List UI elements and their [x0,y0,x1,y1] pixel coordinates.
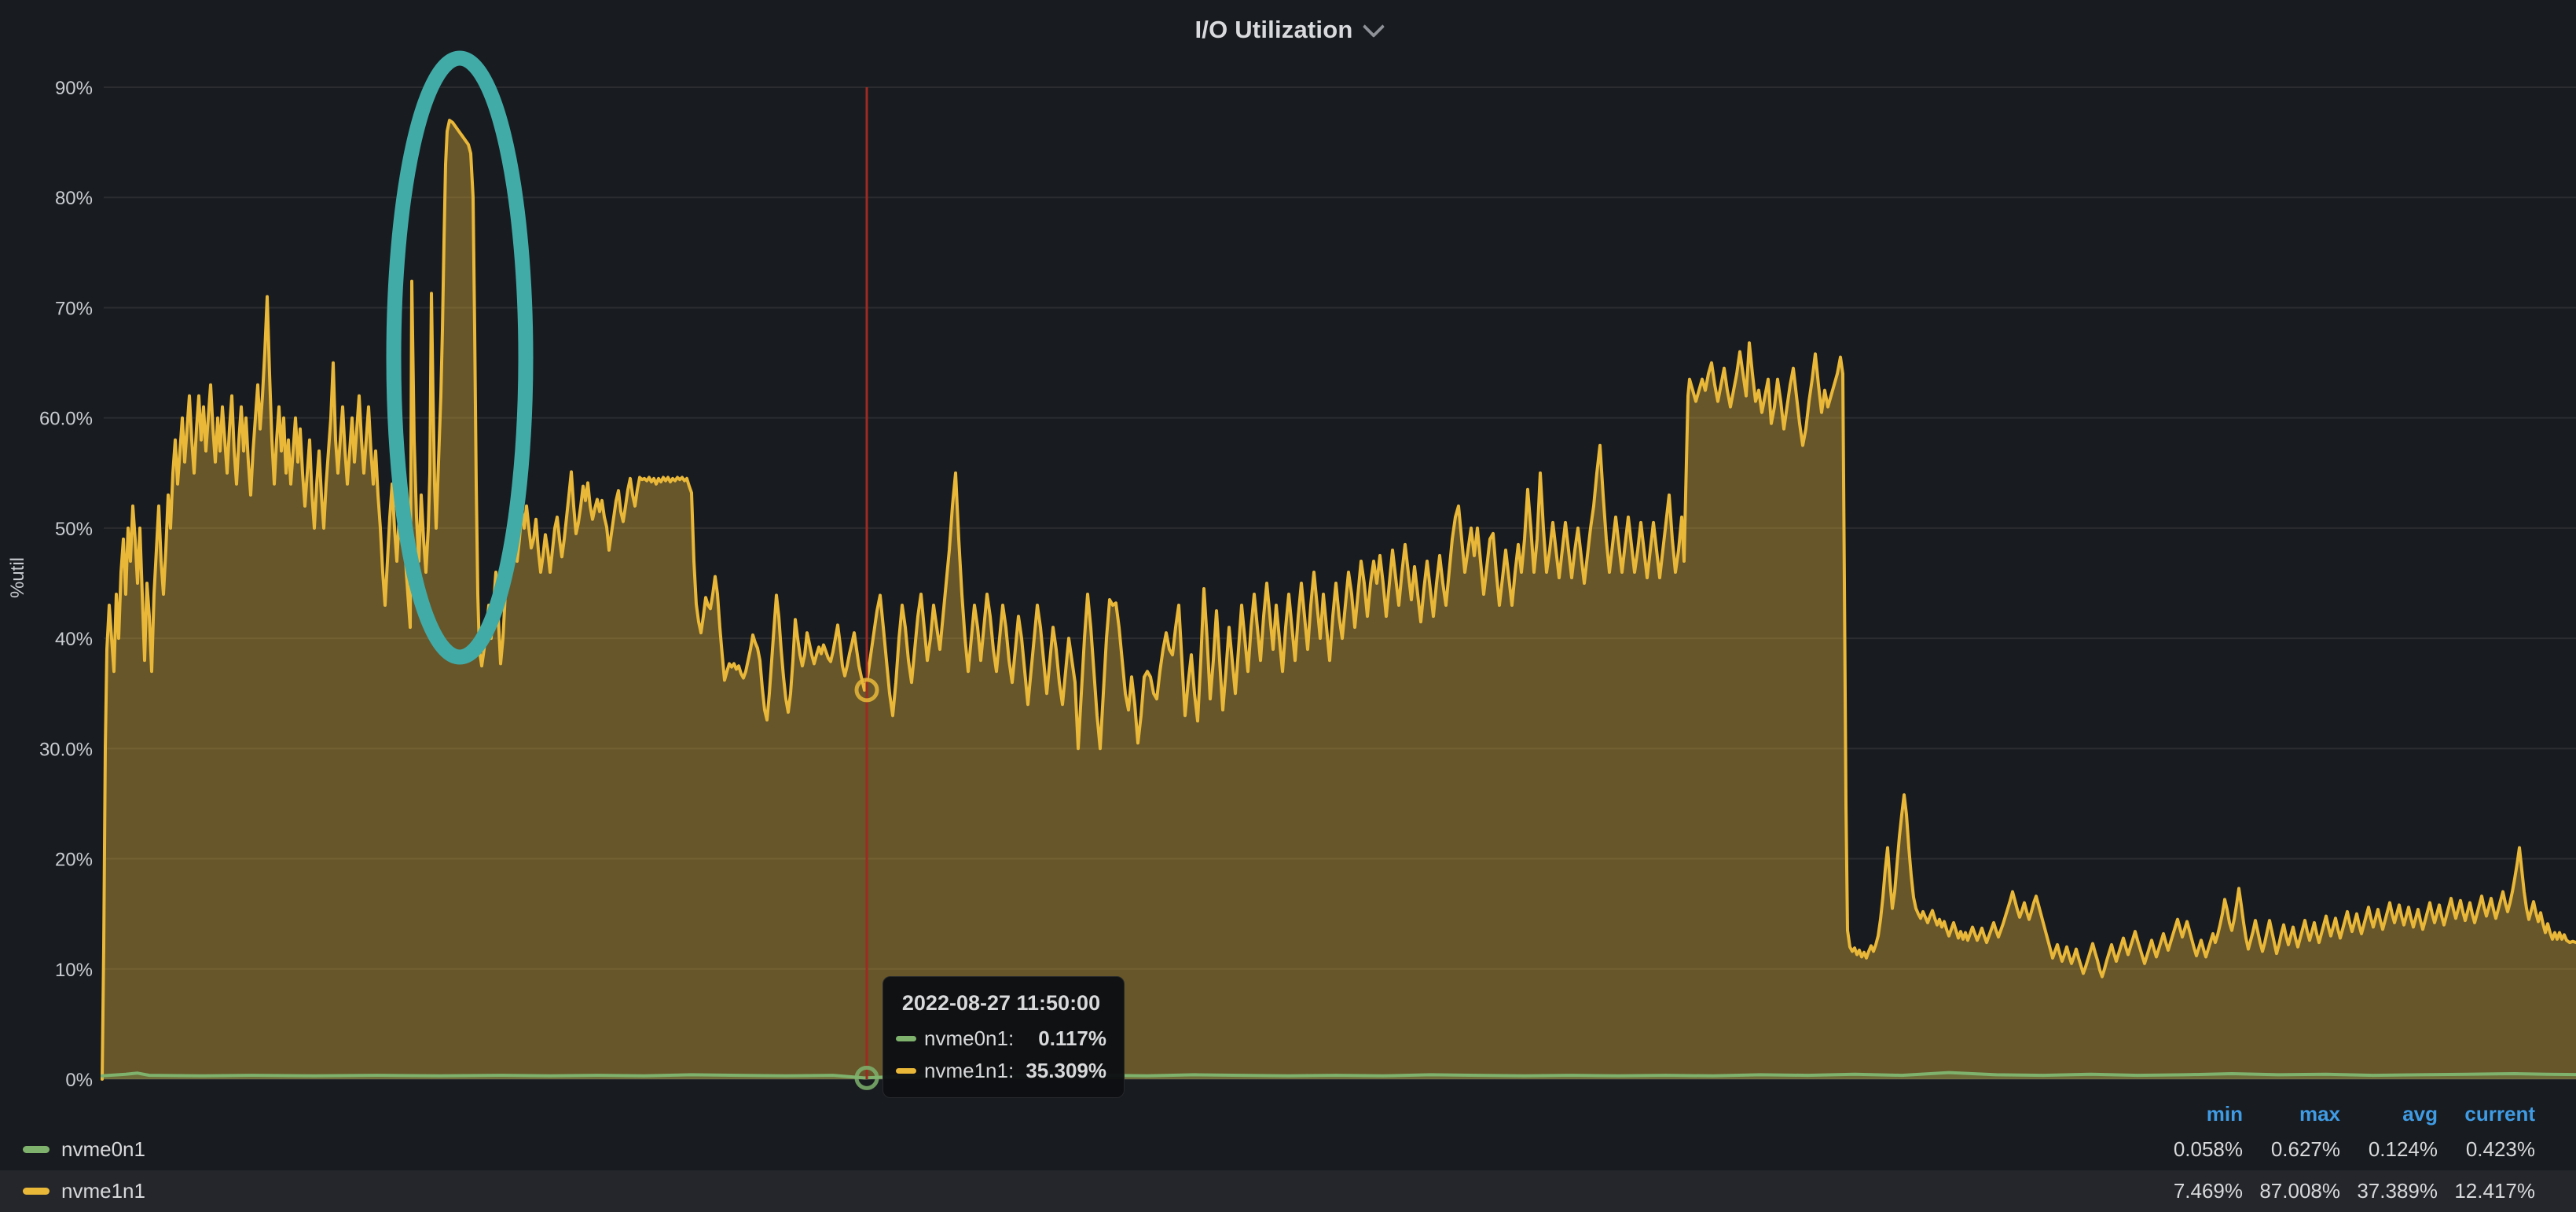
y-axis-tick-label: 40% [55,629,93,650]
y-axis-tick-label: 10% [55,960,93,981]
y-axis-tick-label: 20% [55,850,93,871]
legend-column-min[interactable]: min [2145,1102,2243,1126]
stat-avg: 0.124% [2340,1137,2438,1162]
series-label: nvme1n1 [61,1179,145,1203]
tooltip-series-value: 0.117% [1038,1027,1106,1051]
y-axis-tick-label: 50% [55,519,93,540]
stat-max: 0.627% [2243,1137,2340,1162]
y-axis-tick-label: 90% [55,78,93,99]
series-color-dash [23,1188,50,1195]
stat-max: 87.008% [2243,1179,2340,1203]
y-axis-tick-label: 0% [65,1070,93,1091]
grafana-panel: I/O Utilization 90%80%70%60.0%50%40%30.0… [0,0,2576,1212]
y-axis-tick-label: 70% [55,298,93,319]
series-color-dash [896,1036,916,1041]
tooltip-timestamp: 2022-08-27 11:50:00 [896,991,1106,1016]
legend-column-max[interactable]: max [2243,1102,2340,1126]
legend-column-current[interactable]: current [2438,1102,2535,1126]
legend-column-avg[interactable]: avg [2340,1102,2438,1126]
y-axis-tick-label: 80% [55,188,93,209]
series-color-dash [896,1068,916,1074]
legend-row-nvme1n1[interactable]: nvme1n1 7.469% 87.008% 37.389% 12.417% [0,1170,2576,1212]
y-axis-tick-label: 60.0% [39,409,93,430]
legend-header-row: min max avg current [0,1099,2576,1129]
tooltip-series-label: nvme1n1: [924,1059,1014,1083]
legend-row-nvme0n1[interactable]: nvme0n1 0.058% 0.627% 0.124% 0.423% [0,1129,2576,1170]
io-utilization-chart[interactable]: 90% 80% 70% 60.0% 50% 40% 30.0% 20% 10% 0% %util [0,0,2576,1212]
y-axis-label: %util [7,557,28,598]
stat-min: 7.469% [2145,1179,2243,1203]
tooltip-row: nvme1n1: 35.309% [896,1059,1106,1083]
hover-tooltip: 2022-08-27 11:50:00 nvme0n1: 0.117% nvme… [883,976,1125,1098]
y-axis-tick-label: 30.0% [39,739,93,760]
tooltip-series-label: nvme0n1: [924,1027,1014,1051]
legend: min max avg current nvme0n1 0.058% 0.627… [0,1099,2576,1212]
stat-current: 12.417% [2438,1179,2535,1203]
tooltip-series-value: 35.309% [1026,1059,1106,1083]
stat-current: 0.423% [2438,1137,2535,1162]
stat-min: 0.058% [2145,1137,2243,1162]
series-color-dash [23,1146,50,1153]
stat-avg: 37.389% [2340,1179,2438,1203]
series-label: nvme0n1 [61,1137,145,1162]
tooltip-row: nvme0n1: 0.117% [896,1027,1106,1051]
